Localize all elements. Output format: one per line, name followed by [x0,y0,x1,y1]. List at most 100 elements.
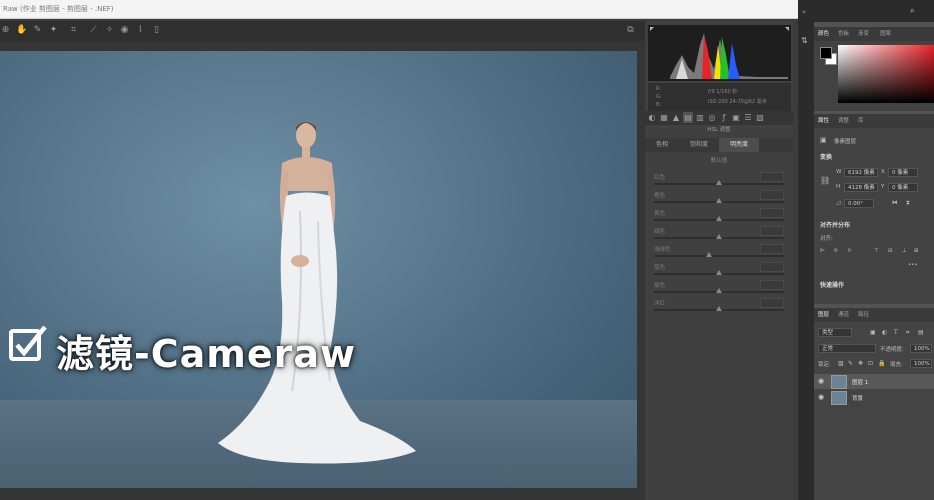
hsl-slider-thumb[interactable] [716,216,722,221]
link-icon[interactable]: ⛓ [820,176,830,185]
zoom-icon[interactable]: ⊕ [0,25,11,36]
blend-mode-select[interactable]: 正常 [818,344,876,353]
tab-swatches[interactable]: 色板 [838,27,849,41]
hand-icon[interactable]: ✋ [16,25,27,36]
hsl-slider-row[interactable]: 黄色 [654,208,784,227]
hsl-slider-thumb[interactable] [716,306,722,311]
hsl-slider-track[interactable] [654,255,784,257]
hsl-value-field[interactable] [760,226,784,236]
hsl-value-field[interactable] [760,190,784,200]
hsl-slider-row[interactable]: 蓝色 [654,262,784,281]
filter-shape-icon[interactable]: ⌗ [906,329,909,337]
opacity-field[interactable]: 100% [910,344,932,353]
flip-horizontal-icon[interactable]: ⧓ [892,200,898,206]
more-options-icon[interactable]: ••• [908,262,918,268]
filter-adjust-icon[interactable]: ◐ [882,329,887,336]
basic-panel-icon[interactable]: ◐ [647,112,657,123]
align-hcenter-icon[interactable]: ⊪ [834,248,839,254]
hsl-slider-row[interactable]: 浅绿色 [654,244,784,263]
color-picker-field[interactable] [838,45,934,103]
hsl-slider-thumb[interactable] [716,270,722,275]
tab-color[interactable]: 颜色 [818,27,829,41]
hsl-slider-row[interactable]: 红色 [654,172,784,191]
lock-image-icon[interactable]: ✎ [848,360,853,367]
hsl-icon[interactable]: ▤ [683,112,693,123]
white-balance-icon[interactable]: ✎ [32,25,43,36]
width-field[interactable]: 6192 像素 [844,168,878,177]
properties-panel: ▣ 像素图层 变换 W 6192 像素 X 0 像素 ⛓ H 4128 像素 Y… [814,128,934,304]
hsl-slider-thumb[interactable] [716,234,722,239]
tab-adjustments[interactable]: 调整 [838,114,849,128]
filter-pixel-icon[interactable]: ▣ [870,329,876,336]
tab-saturation[interactable]: 饱和度 [679,138,719,152]
detail-icon[interactable]: ▲ [671,112,681,123]
align-top-icon[interactable]: ⊤ [874,248,879,254]
hsl-slider-thumb[interactable] [716,288,722,293]
lock-artboard-icon[interactable]: ⊡ [868,360,873,367]
height-field[interactable]: 4128 像素 [844,183,878,192]
collapse-icon[interactable]: » [802,8,806,16]
hsl-slider-row[interactable]: 橙色 [654,190,784,209]
mini-tool-icon[interactable]: ⇅ [801,36,808,45]
tab-patterns[interactable]: 图案 [880,27,891,41]
tab-properties[interactable]: 属性 [818,114,829,128]
hsl-slider-row[interactable]: 紫色 [654,280,784,299]
tab-gradients[interactable]: 渐变 [858,27,869,41]
hsl-slider-thumb[interactable] [716,180,722,185]
lens-icon[interactable]: ◎ [707,112,717,123]
effects-icon[interactable]: ƒ [719,112,729,123]
visibility-eye-icon[interactable]: ◉ [818,393,824,401]
tab-luminance[interactable]: 明亮度 [719,138,759,152]
hsl-value-field[interactable] [760,298,784,308]
presets-icon[interactable]: ☰ [743,112,753,123]
foreground-color-swatch[interactable] [820,47,832,59]
straighten-icon[interactable]: ⟋ [88,25,99,36]
layer-row[interactable]: ◉ 图层 1 [814,374,934,389]
hsl-slider-thumb[interactable] [705,252,712,257]
hsl-slider-row[interactable]: 绿色 [654,226,784,245]
filter-kind-select[interactable]: 类型 [818,328,852,337]
lock-position-icon[interactable]: ✥ [858,360,863,367]
lock-pixels-icon[interactable]: ▧ [838,360,844,367]
y-field[interactable]: 0 像素 [888,183,918,192]
filter-smart-icon[interactable]: ▤ [918,329,924,336]
adjustment-brush-icon[interactable]: ⌇ [135,25,146,36]
camera-calibration-icon[interactable]: ▣ [731,112,741,123]
lock-all-icon[interactable]: 🔒 [878,360,885,367]
align-right-icon[interactable]: ⊩ [848,248,853,254]
spot-removal-icon[interactable]: ✧ [104,25,115,36]
hsl-default-link[interactable]: 默认值 [645,156,793,166]
hsl-slider-row[interactable]: 洋红 [654,298,784,317]
hsl-value-field[interactable] [760,244,784,254]
hsl-value-field[interactable] [760,208,784,218]
graduated-filter-icon[interactable]: ▯ [151,25,162,36]
x-field[interactable]: 0 像素 [888,168,918,177]
filter-type-icon[interactable]: T [894,329,898,336]
tab-paths[interactable]: 路径 [858,308,869,322]
align-bottom-icon[interactable]: ⊥ [902,248,907,254]
hsl-value-field[interactable] [760,280,784,290]
hsl-slider-thumb[interactable] [716,198,722,203]
split-toning-icon[interactable]: ▥ [695,112,705,123]
tone-curve-icon[interactable]: ▦ [659,112,669,123]
tab-layers[interactable]: 图层 [818,308,829,322]
angle-field[interactable]: 0.00° [844,199,874,208]
tab-channels[interactable]: 通道 [838,308,849,322]
hsl-value-field[interactable] [760,172,784,182]
color-sampler-icon[interactable]: ✦ [48,25,59,36]
hsl-value-field[interactable] [760,262,784,272]
flip-vertical-icon[interactable]: ⧗ [906,200,910,207]
red-eye-icon[interactable]: ◉ [119,25,130,36]
snapshots-icon[interactable]: ▧ [755,112,765,123]
tab-libraries[interactable]: 库 [858,114,864,128]
align-vcenter-icon[interactable]: ⊟ [888,248,893,254]
fill-field[interactable]: 100% [910,359,932,368]
layer-row[interactable]: ◉ 背景 [814,390,934,405]
fullscreen-icon[interactable]: ⧉ [625,25,636,36]
align-left-icon[interactable]: ⊫ [820,248,825,254]
crop-icon[interactable]: ⌗ [68,25,79,36]
visibility-eye-icon[interactable]: ◉ [818,377,824,385]
tab-hue[interactable]: 色相 [645,138,679,152]
distribute-icon[interactable]: ⊞ [914,248,919,254]
search-icon[interactable]: ⌕ [910,6,914,16]
